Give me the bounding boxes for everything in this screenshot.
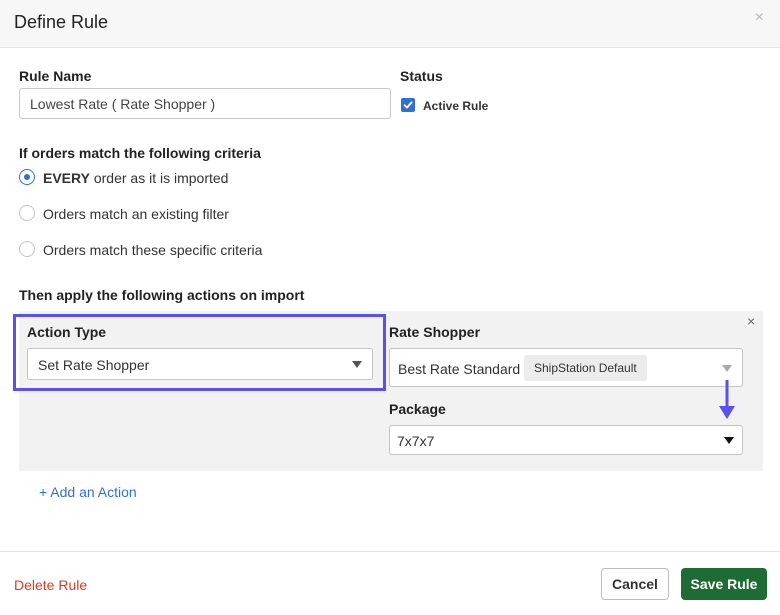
rate-shopper-label: Rate Shopper: [389, 324, 481, 340]
save-rule-button[interactable]: Save Rule: [681, 568, 767, 600]
checkmark-icon: [403, 101, 413, 109]
dialog-header: Define Rule ×: [0, 0, 780, 48]
footer-divider: [0, 551, 780, 552]
shipstation-default-badge: ShipStation Default: [524, 355, 647, 381]
arrow-down-icon: [719, 380, 735, 419]
package-select[interactable]: 7x7x7: [389, 425, 743, 455]
radio-every-order[interactable]: [19, 169, 35, 185]
package-label: Package: [389, 401, 446, 417]
radio-specific-criteria-label: Orders match these specific criteria: [43, 242, 263, 258]
radio-specific-criteria[interactable]: [19, 241, 35, 257]
rule-name-input[interactable]: [19, 88, 391, 119]
caret-down-icon: [724, 437, 734, 444]
rule-name-label: Rule Name: [19, 68, 92, 84]
radio-every-rest: order as it is imported: [89, 170, 229, 186]
caret-down-icon: [722, 365, 732, 372]
close-icon[interactable]: ×: [755, 9, 764, 27]
rate-shopper-value: Best Rate Standard: [398, 361, 521, 377]
active-rule-checkbox[interactable]: [401, 98, 415, 112]
radio-existing-filter[interactable]: [19, 205, 35, 221]
radio-existing-filter-label: Orders match an existing filter: [43, 206, 229, 222]
add-action-link[interactable]: + Add an Action: [39, 484, 137, 500]
actions-heading: Then apply the following actions on impo…: [19, 287, 305, 303]
radio-every-bold: EVERY: [43, 170, 90, 186]
criteria-heading: If orders match the following criteria: [19, 145, 261, 161]
active-rule-label: Active Rule: [423, 99, 489, 113]
dialog-title: Define Rule: [14, 12, 109, 32]
highlight-box: [13, 314, 386, 391]
radio-every-order-label: EVERY order as it is imported: [43, 170, 228, 186]
package-value: 7x7x7: [397, 433, 435, 449]
remove-action-icon[interactable]: ×: [747, 313, 755, 329]
cancel-button[interactable]: Cancel: [601, 568, 669, 600]
delete-rule-link[interactable]: Delete Rule: [14, 577, 87, 593]
status-label: Status: [400, 68, 443, 84]
